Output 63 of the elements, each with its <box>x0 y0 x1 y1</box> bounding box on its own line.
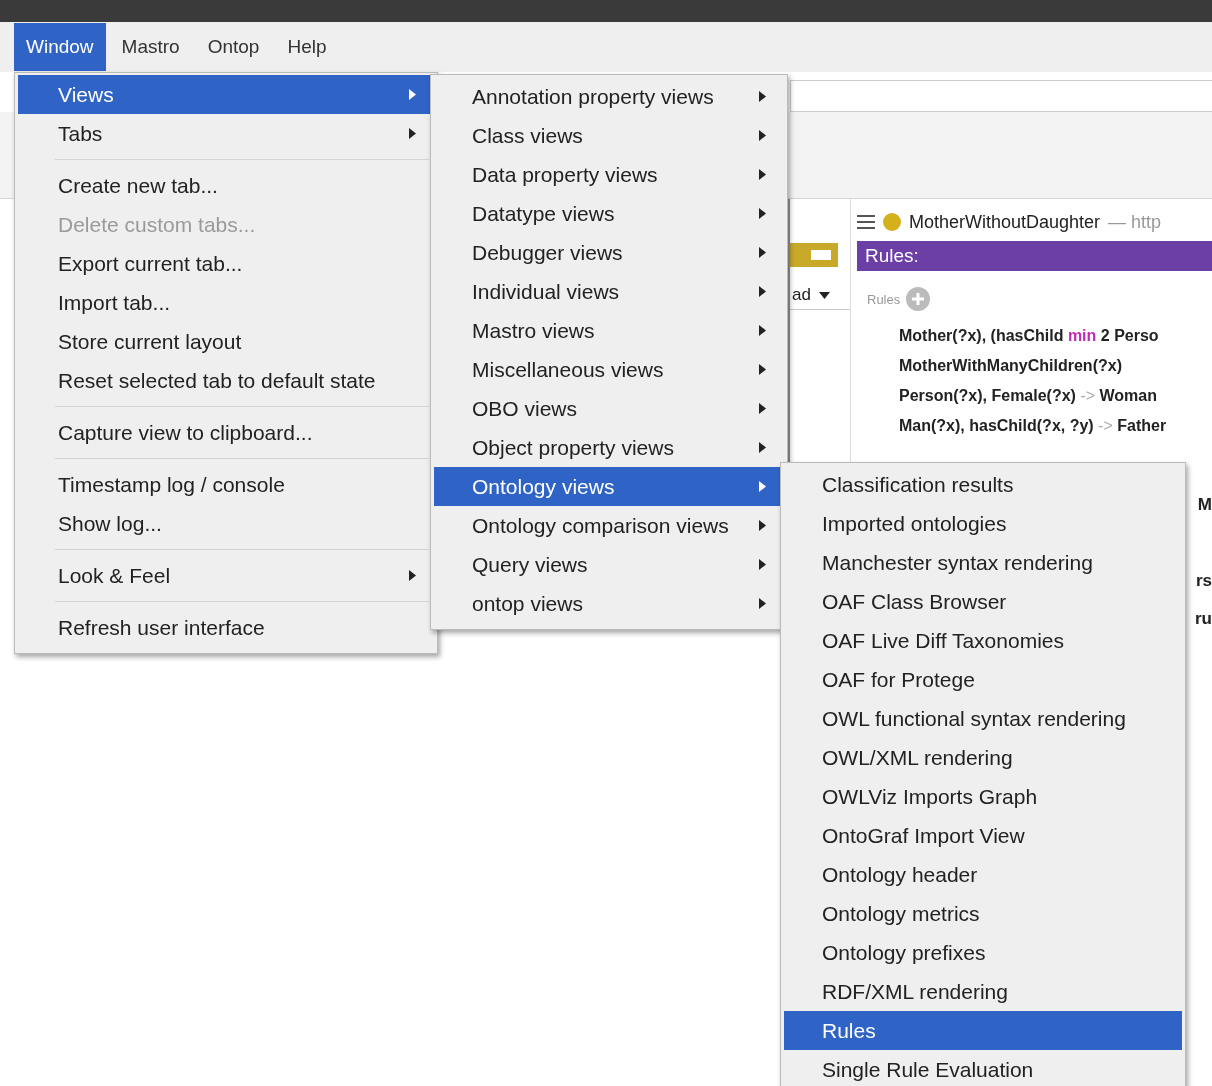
menu-item[interactable]: Timestamp log / console <box>18 465 434 504</box>
menu-item[interactable]: Ontology prefixes <box>784 933 1182 972</box>
rule-text: ru <box>1195 609 1212 629</box>
menu-item[interactable]: Imported ontologies <box>784 504 1182 543</box>
menu-item[interactable]: Look & Feel <box>18 556 434 595</box>
menu-item[interactable]: RDF/XML rendering <box>784 972 1182 1011</box>
tab-button[interactable] <box>790 243 838 267</box>
menu-item[interactable]: Tabs <box>18 114 434 153</box>
menu-item[interactable]: Manchester syntax rendering <box>784 543 1182 582</box>
menu-item[interactable]: Refresh user interface <box>18 608 434 647</box>
menu-item[interactable]: Capture view to clipboard... <box>18 413 434 452</box>
menu-item[interactable]: Classification results <box>784 465 1182 504</box>
entity-title: MotherWithoutDaughter <box>909 211 1101 233</box>
menu-item[interactable]: Datatype views <box>434 194 784 233</box>
rule-text: Mother(?x), (hasChild min 2 Perso <box>898 326 1160 346</box>
menu-item[interactable]: Create new tab... <box>18 166 434 205</box>
menu-item[interactable]: Debugger views <box>434 233 784 272</box>
menu-item[interactable]: Ontology comparison views <box>434 506 784 545</box>
menu-item[interactable]: Rules <box>784 1011 1182 1050</box>
menu-title[interactable]: Window <box>14 23 106 71</box>
rule-text: M <box>1197 495 1212 515</box>
menu-title[interactable]: Mastro <box>109 23 192 71</box>
input-field[interactable] <box>790 80 1212 112</box>
menu-item[interactable]: Export current tab... <box>18 244 434 283</box>
caret-icon <box>818 291 830 299</box>
menu-item[interactable]: OAF Class Browser <box>784 582 1182 621</box>
menu-item[interactable]: Miscellaneous views <box>434 350 784 389</box>
menu-item[interactable]: OWL functional syntax rendering <box>784 699 1182 738</box>
menu-item[interactable]: Object property views <box>434 428 784 467</box>
menu-item[interactable]: Data property views <box>434 155 784 194</box>
rule-text: MotherWithManyChildren(?x) <box>898 356 1123 376</box>
window-icon <box>810 249 832 261</box>
dropdown[interactable]: ad <box>790 281 850 310</box>
menu-item[interactable]: OBO views <box>434 389 784 428</box>
menu-item[interactable]: OWLViz Imports Graph <box>784 777 1182 816</box>
menu-title[interactable]: Help <box>275 23 339 71</box>
menu-item[interactable]: Ontology metrics <box>784 894 1182 933</box>
section-header: Rules: <box>857 241 1212 271</box>
menu-title[interactable]: Ontop <box>195 23 272 71</box>
menu-item[interactable]: OAF Live Diff Taxonomies <box>784 621 1182 660</box>
menu-item[interactable]: Show log... <box>18 504 434 543</box>
menu-item[interactable]: Class views <box>434 116 784 155</box>
rules-label: Rules <box>867 291 901 307</box>
rule-text: Man(?x), hasChild(?x, ?y) -> Father <box>898 416 1168 436</box>
menu-item[interactable]: Single Rule Evaluation <box>784 1050 1182 1086</box>
menu-icon[interactable] <box>857 215 875 229</box>
menu-item[interactable]: OWL/XML rendering <box>784 738 1182 777</box>
entity-iri: — http <box>1108 211 1162 233</box>
menu-item[interactable]: Ontology header <box>784 855 1182 894</box>
menu-item[interactable]: ontop views <box>434 584 784 623</box>
menu-item[interactable]: Import tab... <box>18 283 434 322</box>
add-icon[interactable] <box>906 287 931 311</box>
rule-text: rs <box>1195 571 1212 591</box>
menu-item[interactable]: Individual views <box>434 272 784 311</box>
menu-item[interactable]: Mastro views <box>434 311 784 350</box>
menu-item[interactable]: Annotation property views <box>434 77 784 116</box>
class-dot-icon <box>883 213 901 231</box>
menu-item[interactable]: Reset selected tab to default state <box>18 361 434 400</box>
menu-item[interactable]: OAF for Protege <box>784 660 1182 699</box>
menu-item[interactable]: Query views <box>434 545 784 584</box>
rule-text: Person(?x), Female(?x) -> Woman <box>898 386 1158 406</box>
menu-item[interactable]: OntoGraf Import View <box>784 816 1182 855</box>
menu-item[interactable]: Store current layout <box>18 322 434 361</box>
